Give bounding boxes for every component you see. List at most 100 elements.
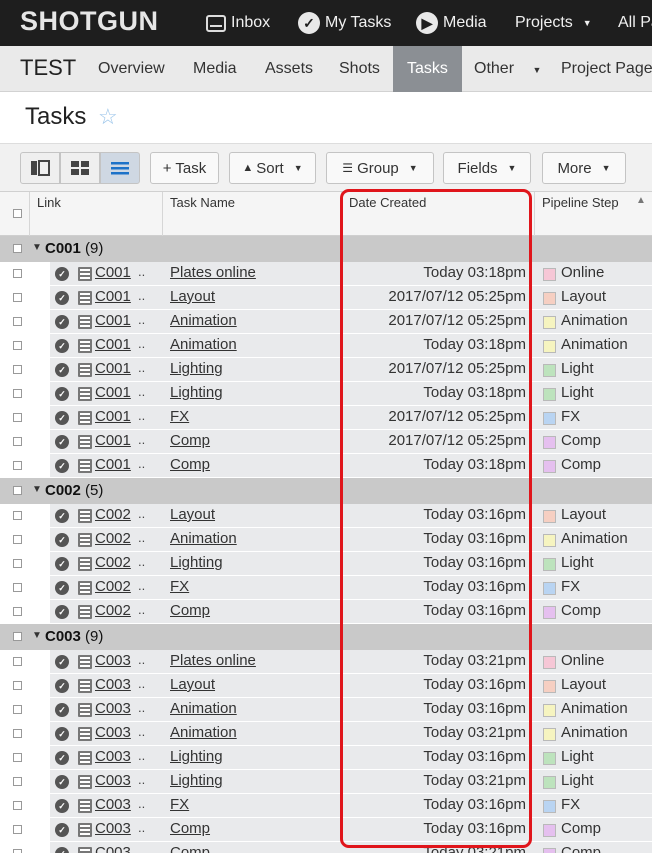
shot-link[interactable]: C001 [95,336,131,353]
task-name-link[interactable]: Lighting [170,772,223,789]
row-checkbox[interactable] [13,511,22,520]
row-checkbox[interactable] [13,269,22,278]
tab-project-page[interactable]: Project Page [561,46,652,92]
view-list-button[interactable] [100,152,140,184]
status-check-icon[interactable]: ✓ [55,533,69,547]
table-row[interactable]: ✓ C002.. Animation Today 03:16pm Animation [0,528,652,552]
task-name-link[interactable]: Comp [170,432,210,449]
column-pipeline-step[interactable]: Pipeline Step ▲ [535,192,652,236]
shot-link[interactable]: C001 [95,408,131,425]
status-check-icon[interactable]: ✓ [55,655,69,669]
select-all-checkbox[interactable] [13,209,22,218]
task-name-link[interactable]: Comp [170,844,210,853]
star-outline-icon[interactable]: ☆ [98,104,118,130]
shot-link[interactable]: C002 [95,506,131,523]
task-name-link[interactable]: Animation [170,530,237,547]
collapse-triangle-icon[interactable]: ▼ [32,630,42,641]
table-row[interactable]: ✓ C001.. FX 2017/07/12 05:25pm FX [0,406,652,430]
table-row[interactable]: ✓ C001.. Animation 2017/07/12 05:25pm Animat… [0,310,652,334]
view-thumbnail-button[interactable] [60,152,100,184]
group-checkbox[interactable] [13,486,22,495]
status-check-icon[interactable]: ✓ [55,363,69,377]
table-row[interactable]: ✓ C001.. Layout 2017/07/12 05:25pm Layout [0,286,652,310]
row-checkbox[interactable] [13,317,22,326]
status-check-icon[interactable]: ✓ [55,459,69,473]
table-row[interactable]: ✓ C003.. Plates online Today 03:21pm Online [0,650,652,674]
table-row[interactable]: ✓ C001.. Lighting Today 03:18pm Light [0,382,652,406]
sort-button[interactable]: ▲ Sort ▼ [229,152,316,184]
task-name-link[interactable]: Animation [170,700,237,717]
shot-link[interactable]: C001 [95,360,131,377]
row-checkbox[interactable] [13,437,22,446]
shot-link[interactable]: C001 [95,432,131,449]
status-check-icon[interactable]: ✓ [55,267,69,281]
nav-media[interactable]: ▶ Media [416,0,487,46]
status-check-icon[interactable]: ✓ [55,605,69,619]
tab-shots[interactable]: Shots [339,46,380,92]
status-check-icon[interactable]: ✓ [55,315,69,329]
shot-link[interactable]: C002 [95,602,131,619]
task-name-link[interactable]: Comp [170,820,210,837]
row-checkbox[interactable] [13,461,22,470]
status-check-icon[interactable]: ✓ [55,727,69,741]
row-checkbox[interactable] [13,849,22,853]
shot-link[interactable]: C001 [95,384,131,401]
table-row[interactable]: ✓ C003.. Lighting Today 03:21pm Light [0,770,652,794]
group-button[interactable]: ☰ Group ▼ [326,152,434,184]
row-checkbox[interactable] [13,777,22,786]
group-checkbox[interactable] [13,632,22,641]
status-check-icon[interactable]: ✓ [55,581,69,595]
task-name-link[interactable]: Animation [170,312,237,329]
nav-all-pages[interactable]: All Pa [618,0,652,46]
group-checkbox[interactable] [13,244,22,253]
task-name-link[interactable]: FX [170,408,189,425]
status-check-icon[interactable]: ✓ [55,775,69,789]
task-name-link[interactable]: Plates online [170,264,256,281]
tab-media[interactable]: Media [193,46,237,92]
status-check-icon[interactable]: ✓ [55,679,69,693]
task-name-link[interactable]: Comp [170,602,210,619]
task-name-link[interactable]: Layout [170,288,215,305]
app-logo[interactable]: SHOTGUN [20,6,159,37]
task-name-link[interactable]: Layout [170,506,215,523]
group-header-c001[interactable]: ▼ C001 (9) [0,236,652,262]
task-name-link[interactable]: Lighting [170,360,223,377]
status-check-icon[interactable]: ✓ [55,823,69,837]
shot-link[interactable]: C003 [95,820,131,837]
shot-link[interactable]: C001 [95,312,131,329]
task-name-link[interactable]: Lighting [170,748,223,765]
row-checkbox[interactable] [13,293,22,302]
status-check-icon[interactable]: ✓ [55,557,69,571]
shot-link[interactable]: C002 [95,530,131,547]
shot-link[interactable]: C003 [95,748,131,765]
shot-link[interactable]: C002 [95,554,131,571]
collapse-triangle-icon[interactable]: ▼ [32,242,42,253]
table-row[interactable]: ✓ C001.. Comp Today 03:18pm Comp [0,454,652,478]
row-checkbox[interactable] [13,365,22,374]
table-row[interactable]: ✓ C003.. Animation Today 03:16pm Animation [0,698,652,722]
status-check-icon[interactable]: ✓ [55,799,69,813]
table-row[interactable]: ✓ C002.. Layout Today 03:16pm Layout [0,504,652,528]
column-date-created[interactable]: Date Created [342,192,534,236]
add-task-button[interactable]: + Task [150,152,219,184]
task-name-link[interactable]: Lighting [170,554,223,571]
table-row[interactable]: ✓ C003.. Comp Today 03:16pm Comp [0,818,652,842]
view-detail-button[interactable] [20,152,60,184]
row-checkbox[interactable] [13,657,22,666]
shot-link[interactable]: C003 [95,652,131,669]
row-checkbox[interactable] [13,389,22,398]
status-check-icon[interactable]: ✓ [55,387,69,401]
table-row[interactable]: ✓ C001.. Lighting 2017/07/12 05:25pm Light [0,358,652,382]
project-name[interactable]: TEST [20,55,76,81]
table-row[interactable]: ✓ C003.. Lighting Today 03:16pm Light [0,746,652,770]
task-name-link[interactable]: Comp [170,456,210,473]
row-checkbox[interactable] [13,413,22,422]
table-row[interactable]: ✓ C002.. Lighting Today 03:16pm Light [0,552,652,576]
row-checkbox[interactable] [13,801,22,810]
status-check-icon[interactable]: ✓ [55,291,69,305]
shot-link[interactable]: C001 [95,288,131,305]
fields-button[interactable]: Fields ▼ [443,152,531,184]
status-check-icon[interactable]: ✓ [55,751,69,765]
shot-link[interactable]: C003 [95,796,131,813]
table-row[interactable]: ✓ C001.. Comp 2017/07/12 05:25pm Comp [0,430,652,454]
